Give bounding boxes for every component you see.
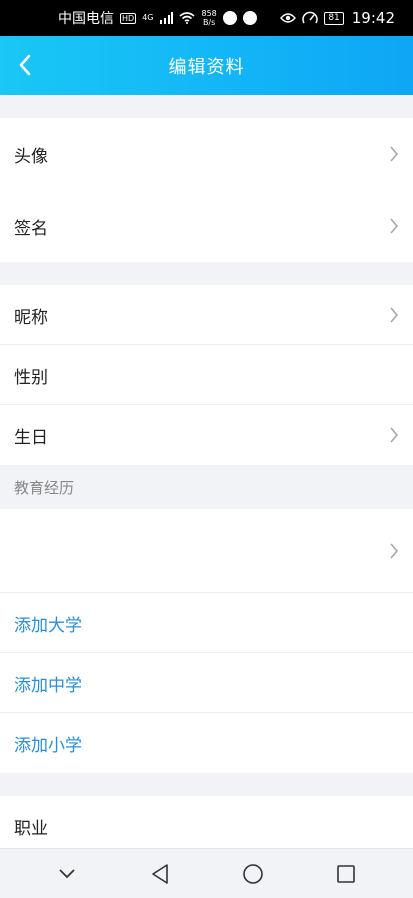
notification-app-icon <box>222 11 237 25</box>
education-entry-row[interactable] <box>0 509 413 593</box>
job-row[interactable]: 职业 <box>0 796 413 856</box>
job-label: 职业 <box>14 818 48 839</box>
clock: 19:42 <box>351 9 395 27</box>
back-button[interactable] <box>10 50 40 80</box>
network-type: 4G <box>142 13 154 22</box>
circle-home-icon <box>243 863 263 884</box>
battery-level: 81 <box>324 11 344 25</box>
section-gap <box>0 773 413 796</box>
signature-label: 签名 <box>14 218 48 239</box>
chevron-right-icon <box>390 218 399 234</box>
chevron-right-icon <box>390 543 399 559</box>
notification-app-icon-2 <box>242 11 257 25</box>
home-button[interactable] <box>233 854 273 894</box>
title-bar: 编辑资料 <box>0 36 413 95</box>
signal-icon <box>160 12 174 24</box>
speedometer-icon <box>302 11 319 24</box>
page-title: 编辑资料 <box>168 56 245 78</box>
chevron-right-icon <box>390 427 399 443</box>
birthday-row[interactable]: 生日 <box>0 405 413 465</box>
system-navigation-bar <box>0 848 413 898</box>
add-university-button[interactable]: 添加大学 <box>0 593 413 653</box>
status-bar-right: 81 19:42 <box>280 9 395 27</box>
section-gap <box>0 262 413 285</box>
square-recents-icon <box>337 864 356 883</box>
status-bar-left: 中国电信 HD 4G 858 B/s <box>58 8 257 28</box>
network-speed-value: 858 <box>201 9 217 18</box>
section-gap <box>0 95 413 118</box>
gender-label: 性别 <box>14 367 48 388</box>
chevron-right-icon <box>390 146 399 162</box>
status-bar: 中国电信 HD 4G 858 B/s 81 19:42 <box>0 0 413 36</box>
signature-row[interactable]: 签名 <box>0 190 413 262</box>
gender-row[interactable]: 性别 <box>0 345 413 405</box>
nickname-row[interactable]: 昵称 <box>0 285 413 345</box>
profile-form: 头像 签名 昵称 性别 生日 教育经历 添加大学 添加中学 添加小学 职业 <box>0 95 413 856</box>
hd-badge: HD <box>120 12 137 24</box>
add-university-label: 添加大学 <box>14 615 82 636</box>
add-middle-school-button[interactable]: 添加中学 <box>0 653 413 713</box>
system-back-button[interactable] <box>140 854 180 894</box>
education-section-header: 教育经历 <box>0 465 413 509</box>
nickname-label: 昵称 <box>14 307 48 328</box>
network-speed: 858 B/s <box>201 9 216 27</box>
avatar-label: 头像 <box>14 146 48 167</box>
add-middle-school-label: 添加中学 <box>14 675 82 696</box>
hide-nav-button[interactable] <box>47 854 87 894</box>
network-speed-unit: B/s <box>202 18 216 27</box>
triangle-back-icon <box>152 863 168 884</box>
recents-button[interactable] <box>326 854 366 894</box>
add-primary-school-button[interactable]: 添加小学 <box>0 713 413 773</box>
wifi-icon <box>179 12 196 24</box>
carrier-name: 中国电信 <box>58 11 114 27</box>
chevron-down-icon <box>58 868 75 878</box>
chevron-left-icon <box>19 54 31 76</box>
birthday-label: 生日 <box>14 427 48 448</box>
eye-icon <box>280 13 297 23</box>
add-primary-school-label: 添加小学 <box>14 735 82 756</box>
chevron-right-icon <box>390 307 399 323</box>
avatar-row[interactable]: 头像 <box>0 118 413 190</box>
